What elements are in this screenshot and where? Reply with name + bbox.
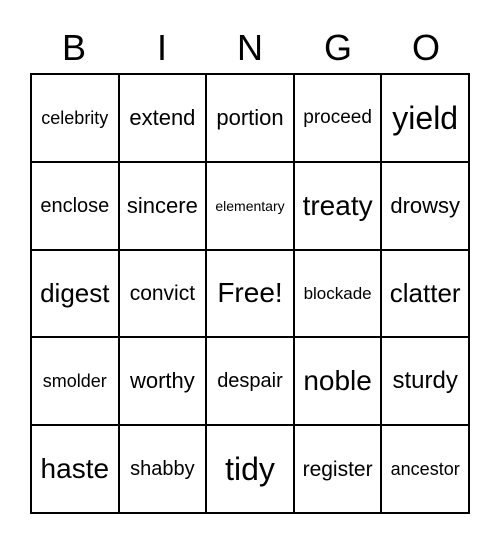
bingo-cell[interactable]: portion (206, 74, 294, 162)
bingo-cell[interactable]: celebrity (31, 74, 119, 162)
header-letter: I (156, 27, 167, 68)
header-letter: G (323, 27, 352, 68)
bingo-cell[interactable]: enclose (31, 161, 119, 250)
bingo-cell[interactable]: yield (381, 74, 469, 162)
bingo-cell[interactable]: smolder (31, 337, 119, 426)
bingo-cell[interactable]: sturdy (381, 337, 469, 426)
bingo-cell[interactable]: drowsy (381, 161, 469, 250)
bingo-cell[interactable]: worthy (118, 337, 207, 426)
bingo-cell[interactable]: tidy (206, 425, 294, 513)
bingo-grid: celebrity extend portion proceed yield enclos… (30, 73, 470, 514)
bingo-cell[interactable]: convict (118, 249, 207, 338)
bingo-cell[interactable]: elementary (206, 161, 294, 250)
bingo-cell[interactable]: haste (31, 425, 119, 513)
header-letter: B (61, 27, 86, 68)
free-space-cell[interactable]: Free! (206, 249, 294, 338)
bingo-cell[interactable]: clatter (381, 249, 469, 338)
bingo-cell[interactable]: register (293, 425, 382, 513)
bingo-cell[interactable]: proceed (293, 74, 382, 162)
bingo-cell[interactable]: noble (293, 337, 382, 426)
bingo-header: BINGO (30, 26, 470, 70)
bingo-cell[interactable]: blockade (293, 249, 382, 338)
bingo-cell[interactable]: treaty (293, 161, 382, 250)
bingo-cell[interactable]: extend (118, 74, 207, 162)
bingo-cell[interactable]: digest (31, 249, 119, 338)
bingo-cell[interactable]: despair (206, 337, 294, 426)
bingo-cell[interactable]: ancestor (381, 425, 469, 513)
header-letter: O (411, 27, 440, 68)
header-letter: N (237, 27, 263, 68)
bingo-cell[interactable]: sincere (118, 161, 207, 250)
bingo-cell[interactable]: shabby (118, 425, 207, 513)
